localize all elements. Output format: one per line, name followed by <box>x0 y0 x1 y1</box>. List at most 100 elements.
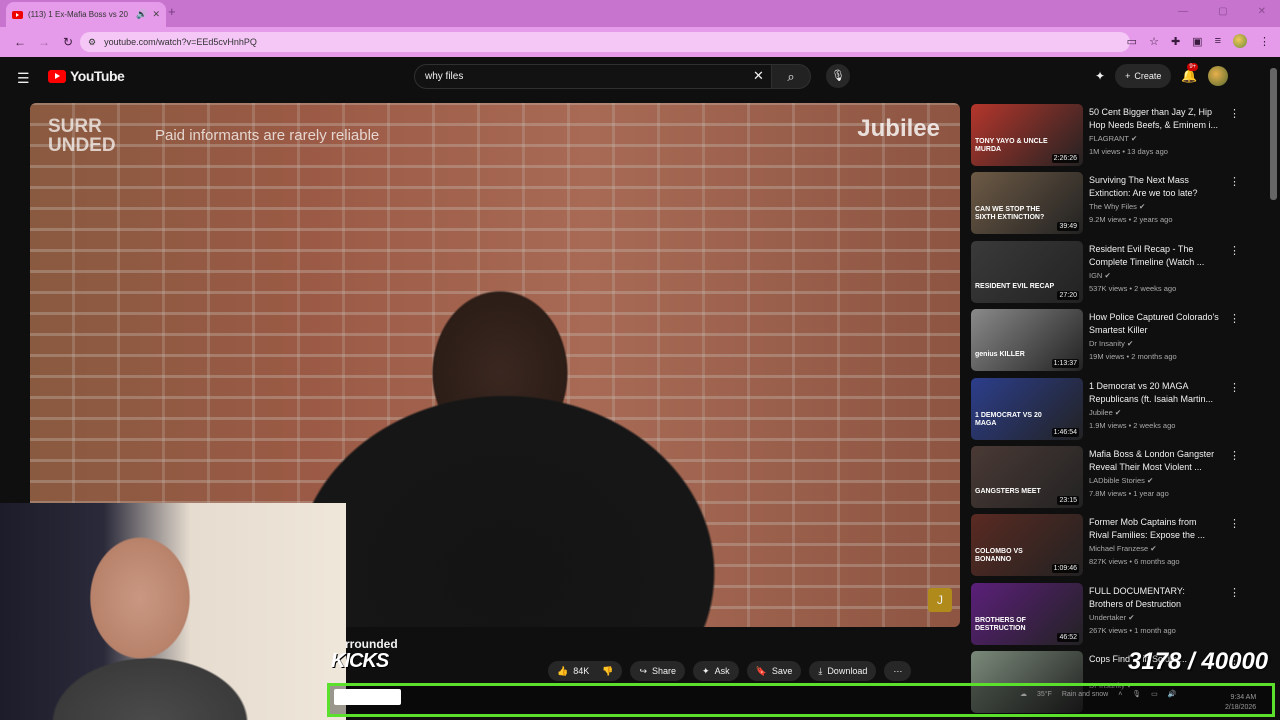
youtube-favicon-icon <box>12 10 23 19</box>
profile-avatar[interactable] <box>1233 34 1247 48</box>
recommended-title[interactable]: 50 Cent Bigger than Jay Z, Hip Hop Needs… <box>1089 106 1219 132</box>
recommended-title[interactable]: How Police Captured Colorado's Smartest … <box>1089 311 1219 337</box>
video-thumbnail[interactable]: CAN WE STOP THE SIXTH EXTINCTION? 39:49 <box>971 172 1083 235</box>
thumbnail-text: COLOMBO VS BONANNO <box>975 548 1023 564</box>
video-thumbnail[interactable]: COLOMBO VS BONANNO 1:09:46 <box>971 514 1083 577</box>
recommended-video[interactable]: CAN WE STOP THE SIXTH EXTINCTION? 39:49 Su… <box>971 172 1261 235</box>
youtube-logo[interactable]: YouTube <box>48 68 125 84</box>
video-thumbnail[interactable]: genius KILLER 1:13:37 <box>971 309 1083 372</box>
video-meta: 827K views • 6 months ago <box>1089 557 1180 567</box>
address-bar[interactable]: ⚙ youtube.com/watch?v=EEd5cvHnhPQ <box>80 32 1130 52</box>
video-thumbnail[interactable]: GANGSTERS MEET 23:15 <box>971 446 1083 508</box>
search-button[interactable]: ⌕ <box>771 64 811 89</box>
bookmark-star-icon[interactable]: ☆ <box>1149 35 1159 48</box>
maximize-icon[interactable]: ▢ <box>1218 6 1227 17</box>
split-view-icon[interactable]: ▣ <box>1192 35 1202 48</box>
close-window-icon[interactable]: ✕ <box>1258 6 1266 17</box>
tab-audio-icon[interactable]: 🔊 <box>136 9 147 20</box>
thumbnail-text: CAN WE STOP THE SIXTH EXTINCTION? <box>975 206 1045 222</box>
save-button[interactable]: 🔖 Save <box>746 661 802 681</box>
new-tab-button[interactable]: + <box>168 4 176 19</box>
channel-watermark-icon[interactable]: J <box>928 588 952 612</box>
create-button[interactable]: + Create <box>1115 64 1172 88</box>
recommended-video[interactable]: TONY YAYO & UNCLE MURDA 2:26:26 50 Cent Bi… <box>971 104 1261 166</box>
recommended-title[interactable]: Resident Evil Recap - The Complete Timel… <box>1089 243 1219 269</box>
back-icon[interactable]: ← <box>8 35 32 49</box>
browser-menu-icon[interactable]: ⋮ <box>1259 35 1270 48</box>
recommended-title[interactable]: Surviving The Next Mass Extinction: Are … <box>1089 174 1219 200</box>
recommended-video[interactable]: RESIDENT EVIL RECAP 27:20 Resident Evil Re… <box>971 240 1261 303</box>
recommended-video[interactable]: genius KILLER 1:13:37 How Police Captured … <box>971 309 1261 372</box>
recommended-title[interactable]: Mafia Boss & London Gangster Reveal Thei… <box>1089 448 1219 474</box>
recommended-video[interactable]: COLOMBO VS BONANNO 1:09:46 Former Mob Capt… <box>971 514 1261 577</box>
forward-icon[interactable]: → <box>32 35 56 49</box>
webcam-overlay <box>0 503 346 720</box>
network-icon[interactable]: ▭ <box>1151 690 1158 698</box>
recommended-video[interactable]: 1 DEMOCRAT VS 20 MAGA 1:46:54 1 Democrat v… <box>971 377 1261 440</box>
voice-search-button[interactable]: 🎙 <box>826 64 850 88</box>
minimize-icon[interactable]: — <box>1178 6 1188 17</box>
channel-name[interactable]: Undertaker ✔ <box>1089 613 1135 622</box>
plus-icon: + <box>1125 71 1131 81</box>
hamburger-menu-icon[interactable]: ☰ <box>17 70 30 87</box>
video-duration: 23:15 <box>1057 496 1079 505</box>
recommended-title[interactable]: Former Mob Captains from Rival Families:… <box>1089 516 1219 542</box>
extension-puzzle-icon[interactable]: ✦ <box>1095 69 1105 83</box>
more-options-icon[interactable]: ⋮ <box>1229 312 1240 325</box>
like-button[interactable]: 👍 84K 👎 <box>548 661 623 681</box>
channel-label: FLAGRANT <box>1089 134 1129 143</box>
search-input[interactable]: why files <box>414 64 772 89</box>
more-options-icon[interactable]: ⋮ <box>1229 517 1240 530</box>
share-button[interactable]: ↪ Share <box>630 661 686 681</box>
channel-name[interactable]: Jubilee ✔ <box>1089 408 1121 417</box>
reading-list-icon[interactable]: ≡ <box>1215 35 1221 47</box>
channel-name[interactable]: LADbible Stories ✔ <box>1089 476 1153 485</box>
weather-temp: 35°F <box>1037 690 1052 698</box>
volume-icon[interactable]: 🔊 <box>1168 690 1177 698</box>
recommended-title[interactable]: FULL DOCUMENTARY: Brothers of Destructio… <box>1089 585 1219 611</box>
browser-tab[interactable]: (113) 1 Ex-Mafia Boss vs 20 🔊 ✕ <box>6 2 166 27</box>
video-duration: 46:52 <box>1057 632 1079 642</box>
share-label: Share <box>652 666 677 676</box>
notifications-bell-icon[interactable]: 🔔 9+ <box>1181 63 1199 84</box>
channel-name[interactable]: Michael Franzese ✔ <box>1089 544 1157 553</box>
extensions-icon[interactable]: ✚ <box>1171 35 1180 48</box>
account-avatar[interactable] <box>1207 66 1228 86</box>
reload-icon[interactable]: ↻ <box>56 35 80 49</box>
more-options-icon[interactable]: ⋮ <box>1229 175 1240 188</box>
taskbar-clock[interactable]: 9:34 AM 2/18/2026 <box>1225 693 1256 713</box>
tray-chevron-icon[interactable]: ˄ <box>1118 691 1122 698</box>
more-options-icon[interactable]: ⋮ <box>1229 381 1240 394</box>
tab-close-icon[interactable]: ✕ <box>152 9 160 20</box>
download-button[interactable]: ⤓ Download <box>809 661 877 681</box>
weather-icon[interactable]: ☁ <box>1020 690 1027 698</box>
cast-icon[interactable]: ▭ <box>1127 35 1137 48</box>
video-thumbnail[interactable]: RESIDENT EVIL RECAP 27:20 <box>971 240 1083 303</box>
more-options-icon[interactable]: ⋮ <box>1229 449 1240 462</box>
recommended-video[interactable]: GANGSTERS MEET 23:15 Mafia Boss & London G… <box>971 446 1261 508</box>
mic-tray-icon[interactable]: 🎙 <box>1132 690 1141 698</box>
recommended-title[interactable]: 1 Democrat vs 20 MAGA Republicans (ft. I… <box>1089 380 1219 406</box>
video-thumbnail[interactable]: TONY YAYO & UNCLE MURDA 2:26:26 <box>971 104 1083 166</box>
thumbs-down-icon[interactable]: 👎 <box>602 666 613 677</box>
recommended-video[interactable]: BROTHERS OF DESTRUCTION 46:52 FULL DOCUMEN… <box>971 582 1261 645</box>
channel-name[interactable]: The Why Files ✔ <box>1089 202 1145 211</box>
clear-search-icon[interactable]: ✕ <box>753 68 764 84</box>
channel-name[interactable]: IGN ✔ <box>1089 271 1111 280</box>
clock-date: 2/18/2026 <box>1225 704 1257 711</box>
more-options-icon[interactable]: ⋮ <box>1229 107 1240 120</box>
page-scrollbar[interactable] <box>1270 68 1277 200</box>
video-thumbnail[interactable]: 1 DEMOCRAT VS 20 MAGA 1:46:54 <box>971 377 1083 440</box>
video-thumbnail[interactable]: BROTHERS OF DESTRUCTION 46:52 <box>971 582 1083 645</box>
more-actions-button[interactable]: ⋯ <box>884 661 912 681</box>
more-options-icon[interactable]: ⋮ <box>1229 244 1240 257</box>
video-duration: 1:46:54 <box>1051 427 1079 437</box>
channel-name[interactable]: FLAGRANT ✔ <box>1089 134 1137 143</box>
more-options-icon[interactable]: ⋮ <box>1229 586 1240 599</box>
site-info-icon[interactable]: ⚙ <box>88 37 96 48</box>
video-title: rrounded <box>345 637 398 651</box>
ask-button[interactable]: ✦ Ask <box>693 661 739 681</box>
channel-name[interactable]: Dr Insanity ✔ <box>1089 339 1133 348</box>
thumbnail-text: 1 DEMOCRAT VS 20 MAGA <box>975 411 1042 427</box>
thumbnail-text: genius KILLER <box>975 351 1025 359</box>
